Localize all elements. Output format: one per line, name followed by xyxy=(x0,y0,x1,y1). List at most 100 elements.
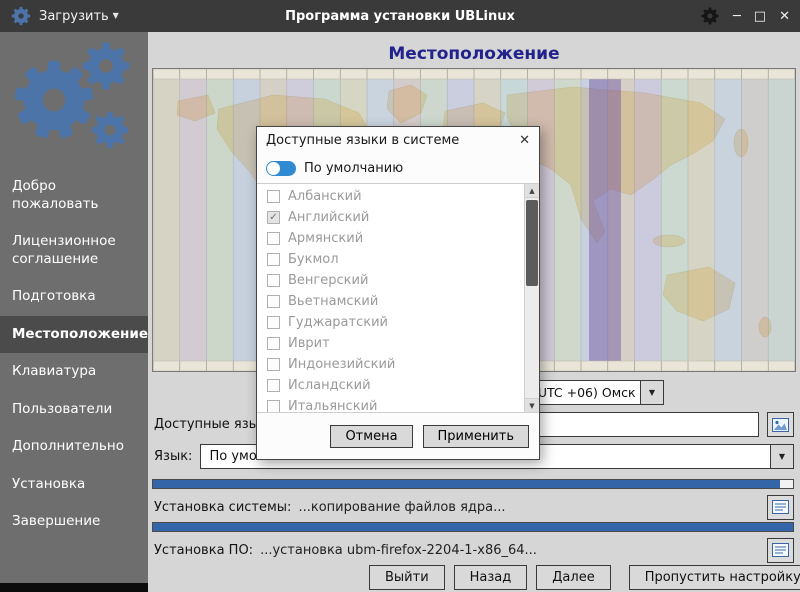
system-progress-fill xyxy=(153,480,780,488)
system-progress-bar xyxy=(152,479,794,489)
default-toggle[interactable] xyxy=(266,161,296,176)
sidebar-item-keyboard[interactable]: Клавиатура xyxy=(0,353,148,391)
load-button-label: Загрузить xyxy=(39,9,109,24)
system-status-label: Установка системы: xyxy=(154,500,291,515)
dialog-title: Доступные языки в системе xyxy=(266,133,459,148)
sidebar: Добро пожаловатьЛицензионное соглашениеП… xyxy=(0,32,148,592)
available-languages-dialog: Доступные языки в системе ✕ По умолчанию… xyxy=(256,126,540,460)
chevron-down-icon: ▼ xyxy=(113,12,119,20)
sidebar-item-users[interactable]: Пользователи xyxy=(0,391,148,429)
timezone-select-value: (UTC +06) Омск xyxy=(527,385,640,400)
language-item-label: Армянский xyxy=(288,231,363,246)
sidebar-item-finish[interactable]: Завершение xyxy=(0,503,148,541)
apply-button[interactable]: Применить xyxy=(423,425,529,448)
app-gear-icon xyxy=(10,5,32,27)
sidebar-item-preparation[interactable]: Подготовка xyxy=(0,278,148,316)
checkbox-icon[interactable] xyxy=(267,337,280,350)
system-status-text: ...копирование файлов ядра... xyxy=(298,500,505,515)
close-button[interactable]: ✕ xyxy=(779,10,790,23)
software-status-text: ...установка ubm-firefox-2204-1-x86_64..… xyxy=(260,543,537,558)
titlebar: Загрузить ▼ Программа установки UBLinux … xyxy=(0,0,800,32)
log-icon xyxy=(772,500,789,514)
timezone-select-arrow-icon[interactable]: ▼ xyxy=(640,381,663,404)
software-progress-fill xyxy=(153,523,793,531)
scroll-down-icon[interactable]: ▼ xyxy=(525,398,539,412)
sidebar-item-welcome[interactable]: Добро пожаловать xyxy=(0,168,148,223)
software-progress-bar xyxy=(152,522,794,532)
language-item-label: Иврит xyxy=(288,336,330,351)
language-item-label: Итальянский xyxy=(288,399,377,412)
checkbox-icon[interactable] xyxy=(267,253,280,266)
toggle-knob xyxy=(267,162,280,175)
language-list-item[interactable]: Исландский xyxy=(257,375,524,396)
checkbox-icon[interactable] xyxy=(267,379,280,392)
sidebar-item-installation[interactable]: Установка xyxy=(0,466,148,504)
next-button[interactable]: Далее xyxy=(536,565,610,590)
system-status-row: Установка системы: ...копирование файлов… xyxy=(154,494,794,520)
scrollbar-thumb[interactable] xyxy=(526,200,538,286)
language-list-item[interactable]: Албанский xyxy=(257,186,524,207)
language-item-label: Индонезийский xyxy=(288,357,395,372)
language-list-item[interactable]: Иврит xyxy=(257,333,524,354)
language-list-item[interactable]: Венгерский xyxy=(257,270,524,291)
checkbox-icon[interactable] xyxy=(267,295,280,308)
dialog-footer: Отмена Применить xyxy=(257,413,539,459)
checkbox-checked-icon[interactable] xyxy=(267,211,280,224)
window-title: Программа установки UBLinux xyxy=(0,9,800,24)
minimize-button[interactable]: ─ xyxy=(733,10,741,23)
checkbox-icon[interactable] xyxy=(267,316,280,329)
sidebar-footer-strip xyxy=(0,583,148,592)
choose-languages-button[interactable] xyxy=(767,412,794,437)
load-button[interactable]: Загрузить ▼ xyxy=(39,9,119,24)
footer-buttons-row: Выйти Назад Далее Пропустить настройку xyxy=(152,565,794,590)
page-title: Местоположение xyxy=(148,44,800,64)
picture-icon xyxy=(772,418,789,432)
sidebar-item-location[interactable]: Местоположение xyxy=(0,316,148,354)
language-item-label: Албанский xyxy=(288,189,362,204)
checkbox-icon[interactable] xyxy=(267,190,280,203)
language-list-container: Албанский Английский Армянский Букмол Венгер… xyxy=(257,183,539,413)
language-item-label: Вьетнамский xyxy=(288,294,378,309)
language-item-label: Исландский xyxy=(288,378,371,393)
dialog-close-icon[interactable]: ✕ xyxy=(519,133,530,148)
language-item-label: Букмол xyxy=(288,252,339,267)
language-select-arrow-icon[interactable]: ▼ xyxy=(770,445,793,468)
scrollbar[interactable]: ▲ ▼ xyxy=(524,184,539,412)
sidebar-item-license[interactable]: Лицензионное соглашение xyxy=(0,223,148,278)
log-icon xyxy=(772,543,789,557)
skip-setup-button[interactable]: Пропустить настройку xyxy=(629,565,800,590)
checkbox-icon[interactable] xyxy=(267,274,280,287)
back-button[interactable]: Назад xyxy=(454,565,528,590)
dialog-header: Доступные языки в системе ✕ xyxy=(257,127,539,154)
language-list-item[interactable]: Индонезийский xyxy=(257,354,524,375)
software-log-button[interactable] xyxy=(767,538,794,563)
system-log-button[interactable] xyxy=(767,495,794,520)
language-item-label: Гуджаратский xyxy=(288,315,388,330)
language-list-item[interactable]: Армянский xyxy=(257,228,524,249)
sidebar-item-advanced[interactable]: Дополнительно xyxy=(0,428,148,466)
cancel-button[interactable]: Отмена xyxy=(330,425,412,448)
software-status-label: Установка ПО: xyxy=(154,543,253,558)
language-label: Язык: xyxy=(154,449,192,464)
default-toggle-label: По умолчанию xyxy=(304,161,403,176)
gears-artwork-icon xyxy=(2,38,146,164)
language-item-label: Английский xyxy=(288,210,369,225)
language-list-item[interactable]: Букмол xyxy=(257,249,524,270)
checkbox-icon[interactable] xyxy=(267,358,280,371)
checkbox-icon[interactable] xyxy=(267,232,280,245)
language-list-item[interactable]: Вьетнамский xyxy=(257,291,524,312)
checkbox-icon[interactable] xyxy=(267,400,280,412)
exit-button[interactable]: Выйти xyxy=(369,565,445,590)
maximize-button[interactable]: □ xyxy=(754,10,766,23)
language-list: Албанский Английский Армянский Букмол Венгер… xyxy=(257,186,524,412)
settings-gear-icon[interactable] xyxy=(700,6,720,26)
language-item-label: Венгерский xyxy=(288,273,368,288)
software-status-row: Установка ПО: ...установка ubm-firefox-2… xyxy=(154,537,794,563)
scroll-up-icon[interactable]: ▲ xyxy=(525,184,539,198)
default-toggle-row: По умолчанию xyxy=(257,154,539,183)
sidebar-nav: Добро пожаловатьЛицензионное соглашениеП… xyxy=(0,168,148,541)
timezone-select[interactable]: (UTC +06) Омск ▼ xyxy=(526,380,664,405)
language-list-item[interactable]: Итальянский xyxy=(257,396,524,412)
language-list-item[interactable]: Гуджаратский xyxy=(257,312,524,333)
language-list-item[interactable]: Английский xyxy=(257,207,524,228)
